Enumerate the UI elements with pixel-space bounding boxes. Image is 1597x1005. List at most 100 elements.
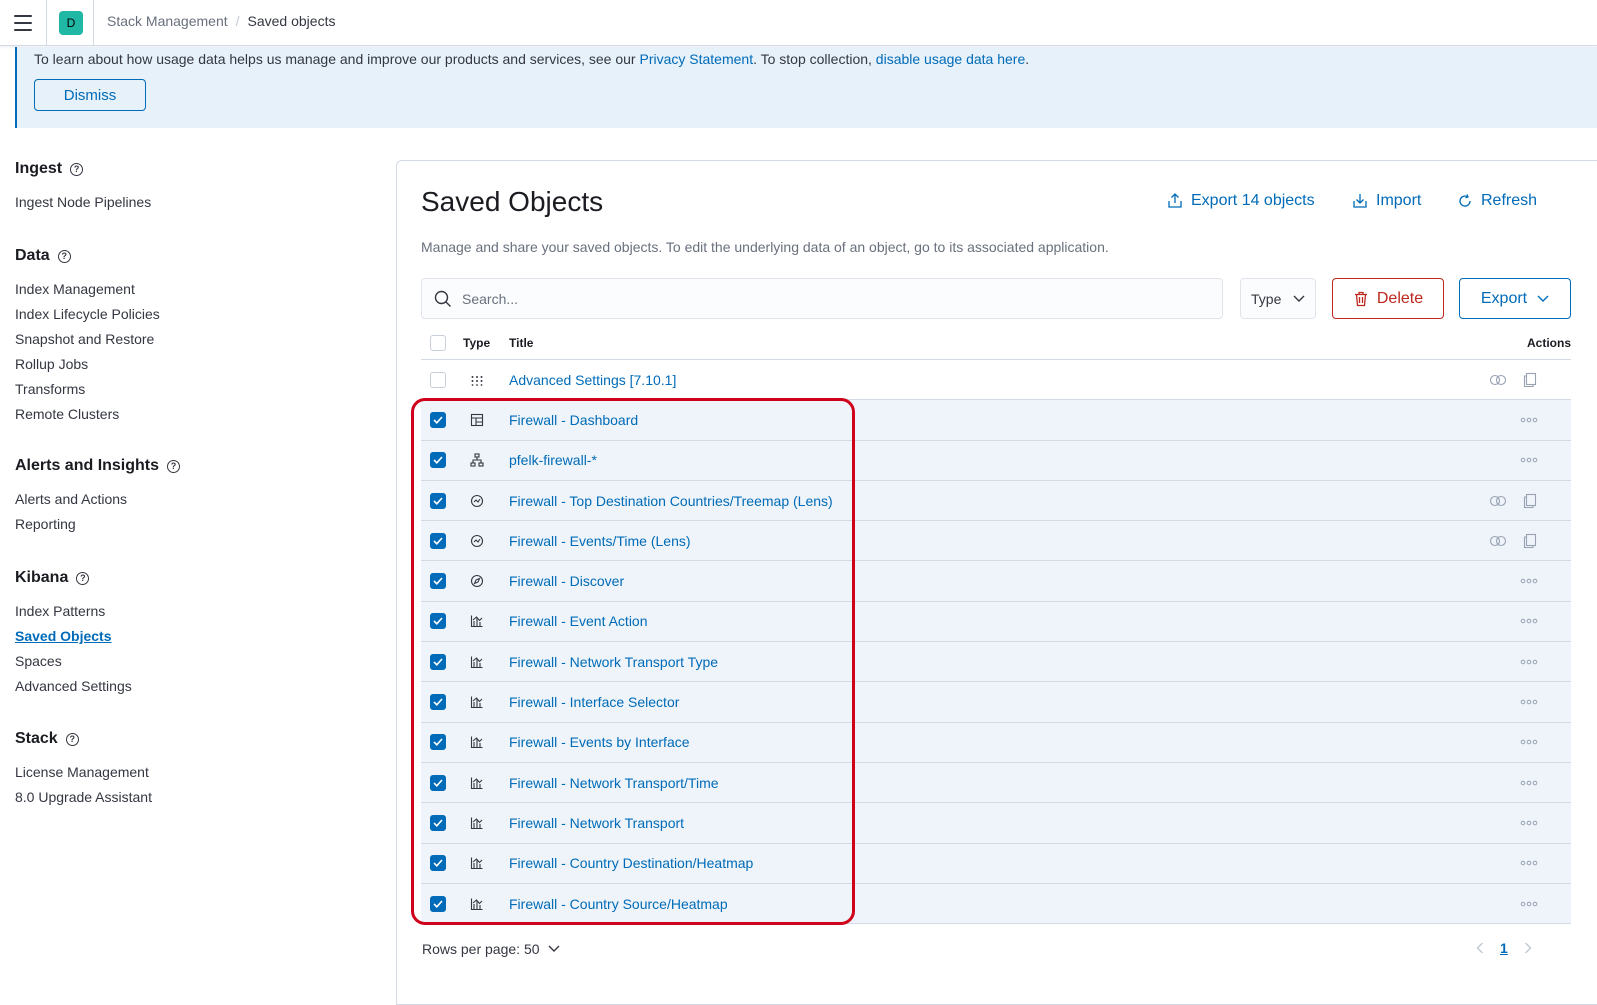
object-title-link[interactable]: Firewall - Dashboard (509, 412, 638, 428)
more-actions-icon[interactable] (1520, 780, 1538, 786)
more-actions-icon[interactable] (1520, 659, 1538, 665)
row-checkbox[interactable] (430, 694, 446, 711)
nav-item-alerts-and-actions[interactable]: Alerts and Actions (15, 487, 180, 512)
object-title-link[interactable]: Firewall - Network Transport/Time (509, 775, 719, 791)
rows-per-page-button[interactable]: Rows per page: 50 (422, 941, 560, 957)
select-all-checkbox[interactable] (430, 335, 446, 351)
row-checkbox[interactable] (430, 573, 446, 590)
refresh-button[interactable]: Refresh (1457, 192, 1537, 210)
import-button[interactable]: Import (1352, 192, 1421, 210)
relationships-icon[interactable] (1489, 495, 1507, 507)
search-field[interactable] (421, 278, 1223, 319)
type-filter-button[interactable]: Type (1240, 278, 1316, 319)
nav-item-snapshot-and-restore[interactable]: Snapshot and Restore (15, 327, 160, 352)
help-icon[interactable]: ? (76, 571, 90, 585)
relationships-icon[interactable] (1489, 535, 1507, 547)
column-header-type[interactable]: Type (463, 336, 490, 350)
nav-item-index-lifecycle-policies[interactable]: Index Lifecycle Policies (15, 302, 160, 327)
nav-heading-stack: Stack? (15, 728, 152, 750)
inspect-icon[interactable] (1523, 533, 1537, 549)
breadcrumb: Stack Management / Saved objects (107, 13, 335, 29)
nav-item-spaces[interactable]: Spaces (15, 649, 132, 674)
more-actions-icon[interactable] (1520, 860, 1538, 866)
nav-item-rollup-jobs[interactable]: Rollup Jobs (15, 352, 160, 377)
breadcrumb-saved-objects: Saved objects (247, 13, 336, 29)
page-description: Manage and share your saved objects. To … (421, 239, 1109, 255)
row-checkbox[interactable] (430, 452, 446, 469)
more-actions-icon[interactable] (1520, 739, 1538, 745)
object-title-link[interactable]: Firewall - Country Source/Heatmap (509, 896, 728, 912)
more-actions-icon[interactable] (1520, 901, 1538, 907)
disable-usage-data-link[interactable]: disable usage data here (876, 51, 1025, 67)
dismiss-button[interactable]: Dismiss (34, 79, 146, 111)
saved-objects-table: Type Title Actions Advanced Settings [7.… (421, 326, 1571, 925)
export-all-button[interactable]: Export 14 objects (1167, 192, 1315, 210)
object-title-link[interactable]: Firewall - Network Transport Type (509, 654, 718, 670)
nav-item-upgrade-assistant[interactable]: 8.0 Upgrade Assistant (15, 785, 152, 810)
row-checkbox[interactable] (430, 411, 446, 428)
help-icon[interactable]: ? (65, 732, 79, 746)
more-actions-icon[interactable] (1520, 417, 1538, 423)
nav-heading-label: Ingest (15, 160, 63, 177)
check-icon (433, 456, 443, 465)
more-actions-icon[interactable] (1520, 578, 1538, 584)
nav-item-saved-objects[interactable]: Saved Objects (15, 624, 132, 649)
object-title-link[interactable]: Firewall - Events/Time (Lens) (509, 533, 691, 549)
delete-label: Delete (1376, 289, 1424, 307)
nav-heading-ingest: Ingest? (15, 158, 151, 180)
search-input[interactable] (462, 290, 1202, 307)
breadcrumb-stack-management[interactable]: Stack Management (107, 13, 228, 29)
page-number-1[interactable]: 1 (1500, 940, 1508, 956)
object-title-link[interactable]: Firewall - Event Action (509, 613, 648, 629)
more-actions-icon[interactable] (1520, 820, 1538, 826)
inspect-icon[interactable] (1523, 493, 1537, 509)
nav-item-transforms[interactable]: Transforms (15, 377, 160, 402)
inspect-icon[interactable] (1523, 372, 1537, 388)
space-avatar[interactable]: D (59, 11, 83, 35)
object-title-link[interactable]: Firewall - Top Destination Countries/Tre… (509, 493, 833, 509)
row-checkbox[interactable] (430, 774, 446, 791)
row-checkbox[interactable] (430, 532, 446, 549)
nav-item-ingest-node-pipelines[interactable]: Ingest Node Pipelines (15, 190, 151, 215)
menu-icon[interactable] (14, 15, 32, 31)
more-actions-icon[interactable] (1520, 457, 1538, 463)
row-checkbox[interactable] (430, 814, 446, 831)
object-title-link[interactable]: Firewall - Interface Selector (509, 694, 679, 710)
object-title-link[interactable]: pfelk-firewall-* (509, 452, 597, 468)
nav-item-remote-clusters[interactable]: Remote Clusters (15, 402, 160, 427)
row-checkbox[interactable] (430, 613, 446, 630)
row-checkbox[interactable] (430, 653, 446, 670)
visualization-icon (469, 896, 485, 912)
help-icon[interactable]: ? (167, 459, 181, 473)
previous-page-icon[interactable] (1476, 942, 1484, 954)
nav-item-index-management[interactable]: Index Management (15, 277, 160, 302)
nav-item-license-management[interactable]: License Management (15, 760, 152, 785)
column-header-title[interactable]: Title (509, 336, 533, 350)
row-checkbox[interactable] (430, 492, 446, 509)
row-checkbox[interactable] (430, 371, 446, 388)
object-title-link[interactable]: Firewall - Events by Interface (509, 734, 690, 750)
export-all-label: Export 14 objects (1191, 192, 1315, 209)
row-checkbox[interactable] (430, 734, 446, 751)
object-title-link[interactable]: Advanced Settings [7.10.1] (509, 372, 676, 388)
object-title-link[interactable]: Firewall - Discover (509, 573, 624, 589)
help-icon[interactable]: ? (57, 249, 71, 263)
relationships-icon[interactable] (1489, 374, 1507, 386)
delete-button[interactable]: Delete (1332, 278, 1444, 319)
export-label: Export (1480, 289, 1528, 307)
nav-heading-label: Data (15, 247, 50, 264)
nav-item-reporting[interactable]: Reporting (15, 512, 180, 537)
next-page-icon[interactable] (1524, 942, 1532, 954)
more-actions-icon[interactable] (1520, 618, 1538, 624)
trash-icon (1354, 291, 1367, 306)
nav-item-index-patterns[interactable]: Index Patterns (15, 599, 132, 624)
privacy-statement-link[interactable]: Privacy Statement (639, 51, 753, 67)
export-button[interactable]: Export (1459, 278, 1571, 319)
nav-item-advanced-settings[interactable]: Advanced Settings (15, 674, 132, 699)
help-icon[interactable]: ? (70, 162, 84, 176)
object-title-link[interactable]: Firewall - Country Destination/Heatmap (509, 855, 753, 871)
row-checkbox[interactable] (430, 895, 446, 912)
more-actions-icon[interactable] (1520, 699, 1538, 705)
row-checkbox[interactable] (430, 855, 446, 872)
object-title-link[interactable]: Firewall - Network Transport (509, 815, 684, 831)
